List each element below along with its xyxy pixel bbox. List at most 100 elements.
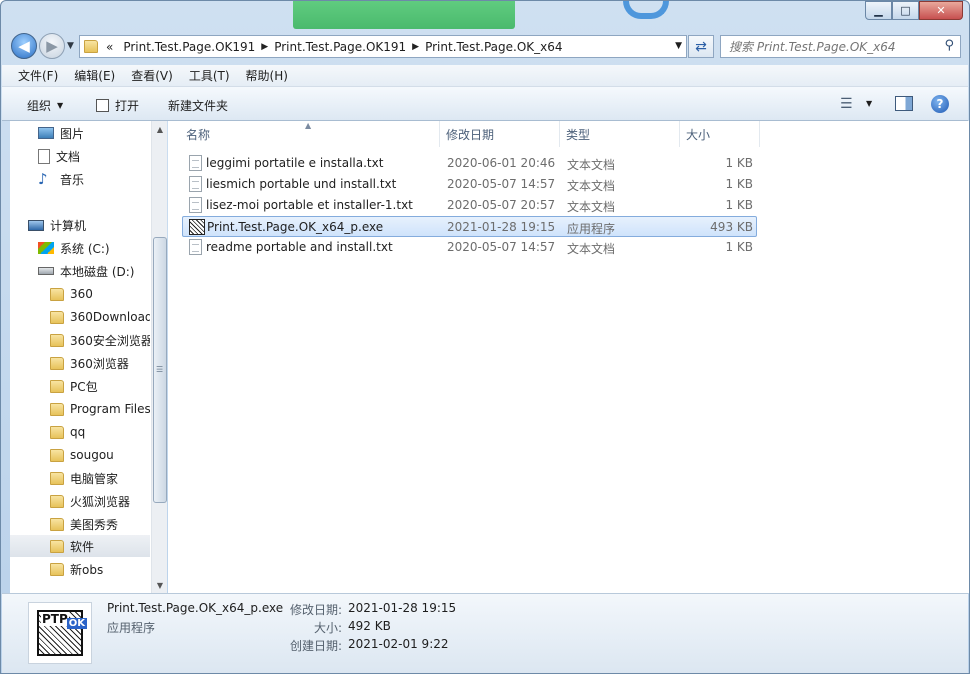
details-size-label: 大小: [313, 621, 342, 635]
folder-icon [50, 517, 64, 531]
refresh-button[interactable]: ⇄ [688, 35, 714, 58]
text-file-icon [189, 239, 202, 255]
file-date: 2020-05-07 14:57 [447, 177, 556, 191]
file-name: leggimi portatile e installa.txt [206, 156, 384, 170]
computer-icon [28, 219, 44, 231]
file-name: readme portable and install.txt [206, 240, 393, 254]
new-folder-button[interactable]: 新建文件夹 [168, 97, 228, 114]
nav-item-label: 360Download [70, 310, 150, 324]
search-icon[interactable]: ⚲ [944, 38, 954, 53]
text-file-icon [189, 176, 202, 192]
folder-icon [50, 539, 64, 553]
breadcrumb-item[interactable]: Print.Test.Page.OK191 [117, 40, 261, 54]
nav-folder-firefox[interactable]: 火狐浏览器 [50, 490, 150, 512]
back-button[interactable]: ◀ [11, 33, 37, 59]
breadcrumb-overflow[interactable]: « [102, 40, 117, 54]
background-app-ghost [293, 1, 515, 29]
folder-icon [50, 287, 64, 301]
view-dropdown-icon[interactable]: ▼ [866, 99, 872, 108]
breadcrumb-item[interactable]: Print.Test.Page.OK191 [268, 40, 412, 54]
nav-folder-qq[interactable]: qq [50, 421, 150, 443]
open-button[interactable]: 打开 [96, 97, 139, 114]
nav-folder-pc[interactable]: PC包 [50, 375, 150, 397]
navigation-tree: 图片 文档 ♪ 音乐 计算机 系统 (C:) 本地磁盘 (D:) 360 360… [10, 121, 150, 593]
recent-pages-dropdown[interactable]: ▼ [67, 41, 74, 51]
breadcrumb-separator-icon[interactable]: ▶ [412, 42, 419, 52]
address-bar[interactable]: « Print.Test.Page.OK191 ▶ Print.Test.Pag… [79, 35, 687, 58]
column-label: 类型 [566, 127, 591, 142]
exe-icon [189, 219, 205, 235]
folder-icon [50, 333, 64, 347]
organize-button[interactable]: 组织 ▼ [27, 97, 63, 114]
details-filename: Print.Test.Page.OK_x64_p.exe [107, 601, 284, 615]
open-icon [96, 99, 109, 112]
nav-folder-meitu[interactable]: 美图秀秀 [50, 513, 150, 535]
nav-folder-software[interactable]: 软件 [10, 535, 150, 557]
menu-tools[interactable]: 工具(T) [181, 67, 238, 84]
nav-item-documents[interactable]: 文档 [38, 145, 150, 167]
column-size[interactable]: 大小 [680, 121, 760, 147]
file-type: 应用程序 [567, 222, 616, 236]
nav-folder-program-files[interactable]: Program Files [50, 398, 150, 420]
minimize-button[interactable]: ▁ [865, 1, 892, 20]
file-type: 文本文档 [567, 158, 616, 172]
file-row[interactable]: leggimi portatile e installa.txt 2020-06… [182, 153, 757, 174]
file-size: 1 KB [725, 240, 753, 254]
breadcrumb-item[interactable]: Print.Test.Page.OK_x64 [419, 40, 568, 54]
file-name: liesmich portable und install.txt [206, 177, 397, 191]
menu-help[interactable]: 帮助(H) [238, 67, 296, 84]
address-dropdown-icon[interactable]: ▼ [675, 41, 682, 51]
nav-item-pictures[interactable]: 图片 [38, 122, 150, 144]
menu-file[interactable]: 文件(F) [2, 67, 66, 84]
file-row[interactable]: lisez-moi portable et installer-1.txt 20… [182, 195, 757, 216]
folder-icon [50, 379, 64, 393]
column-type[interactable]: 类型 [560, 121, 680, 147]
title-bar[interactable]: ▁ □ ✕ [1, 1, 969, 31]
file-name: lisez-moi portable et installer-1.txt [206, 198, 413, 212]
search-input[interactable] [729, 39, 929, 54]
nav-item-computer[interactable]: 计算机 [28, 214, 150, 236]
nav-item-drive-d[interactable]: 本地磁盘 (D:) [38, 260, 150, 282]
file-row-selected[interactable]: Print.Test.Page.OK_x64_p.exe 2021-01-28 … [182, 216, 757, 237]
navigation-row: ◀ ▶ ▼ « Print.Test.Page.OK191 ▶ Print.Te… [1, 31, 969, 63]
file-row[interactable]: liesmich portable und install.txt 2020-0… [182, 174, 757, 195]
column-date[interactable]: 修改日期 [440, 121, 560, 147]
nav-item-drive-c[interactable]: 系统 (C:) [38, 237, 150, 259]
scroll-down-icon[interactable]: ▼ [152, 577, 168, 593]
file-row[interactable]: readme portable and install.txt 2020-05-… [182, 237, 757, 258]
nav-folder-360se[interactable]: 360安全浏览器 [50, 329, 150, 351]
text-file-icon [189, 155, 202, 171]
forward-button[interactable]: ▶ [39, 33, 65, 59]
menu-view[interactable]: 查看(V) [123, 67, 181, 84]
maximize-button[interactable]: □ [892, 1, 919, 20]
nav-scrollbar[interactable]: ▲ ☰ ▼ [151, 121, 167, 593]
scroll-grip-icon: ☰ [156, 365, 164, 374]
refresh-icon: ⇄ [695, 38, 707, 55]
column-name[interactable]: 名称 [180, 121, 440, 147]
view-options-icon[interactable]: ☰ [840, 96, 853, 112]
nav-item-label: sougou [70, 448, 114, 462]
folder-icon [50, 425, 64, 439]
nav-folder-pc-manager[interactable]: 电脑管家 [50, 467, 150, 489]
preview-pane-icon[interactable] [895, 96, 913, 111]
nav-item-label: PC包 [70, 379, 98, 394]
nav-item-label: 360安全浏览器 [70, 333, 150, 348]
scroll-up-icon[interactable]: ▲ [152, 121, 168, 137]
nav-folder-360browser[interactable]: 360浏览器 [50, 352, 150, 374]
system-drive-icon [38, 242, 54, 254]
details-size: 492 KB [348, 619, 391, 633]
nav-folder-new-obs[interactable]: 新obs [50, 558, 150, 580]
nav-folder-360[interactable]: 360 [50, 283, 150, 305]
nav-folder-sougou[interactable]: sougou [50, 444, 150, 466]
close-button[interactable]: ✕ [919, 1, 963, 20]
menu-edit[interactable]: 编辑(E) [66, 67, 123, 84]
nav-folder-360download[interactable]: 360Download [50, 306, 150, 328]
folder-icon [50, 562, 64, 576]
nav-item-music[interactable]: ♪ 音乐 [38, 168, 150, 190]
file-size: 1 KB [725, 177, 753, 191]
nav-item-label: 文档 [56, 149, 81, 164]
help-icon[interactable]: ? [931, 95, 949, 113]
details-kind: 应用程序 [107, 621, 156, 635]
search-box[interactable]: ⚲ [720, 35, 961, 58]
breadcrumb-separator-icon[interactable]: ▶ [261, 42, 268, 52]
